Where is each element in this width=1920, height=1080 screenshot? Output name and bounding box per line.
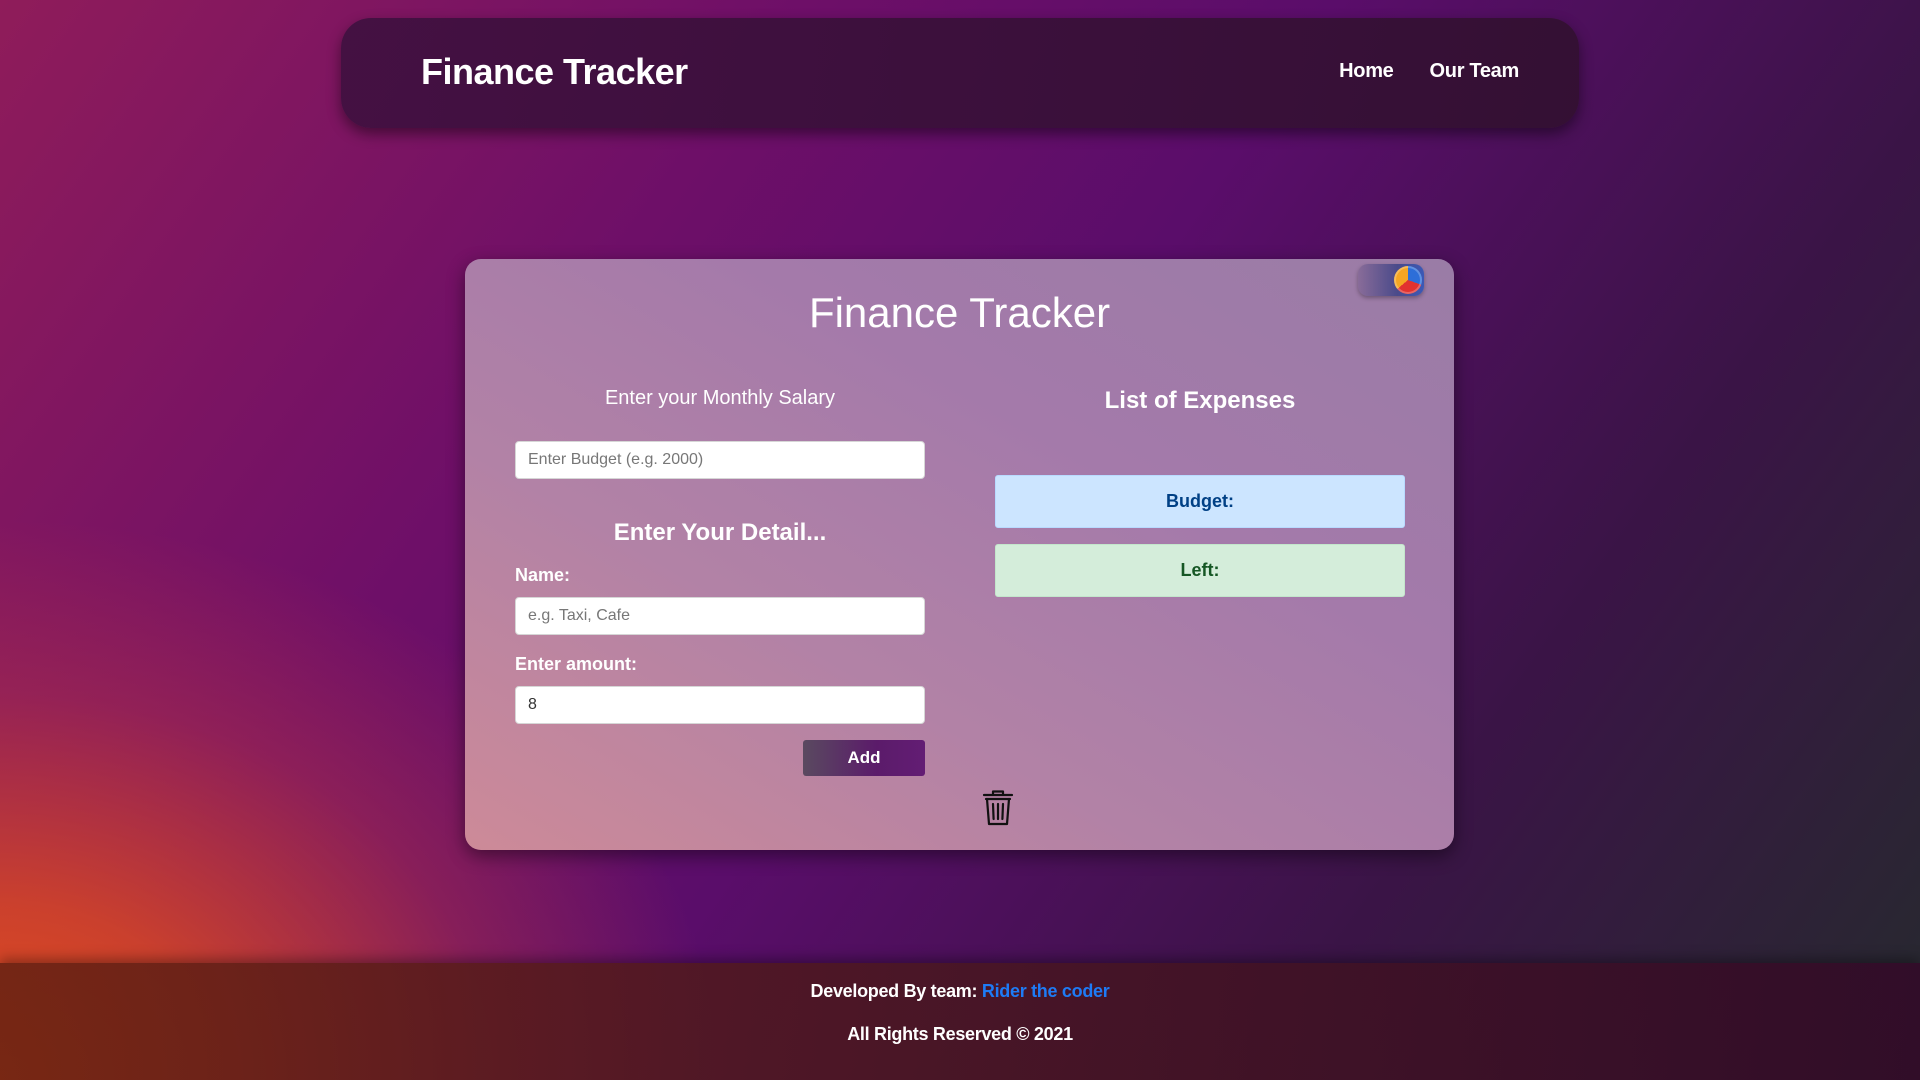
footer-copyright: All Rights Reserved © 2021 — [847, 1024, 1073, 1044]
footer-developed-by: Developed By team: Rider the coder — [0, 981, 1920, 1002]
developed-by-text: Developed By team: — [810, 981, 978, 1001]
nav-link-our-team[interactable]: Our Team — [1430, 60, 1520, 83]
left-summary: Left: — [995, 544, 1405, 597]
expenses-heading: List of Expenses — [1104, 387, 1296, 414]
amount-label: Enter amount: — [515, 654, 638, 674]
detail-heading: Enter Your Detail... — [613, 519, 827, 546]
budget-input[interactable] — [515, 441, 925, 479]
expense-name-input[interactable] — [515, 597, 925, 635]
name-label: Name: — [515, 565, 571, 585]
card-title: Finance Tracker — [808, 289, 1111, 336]
footer: Developed By team: Rider the coder All R… — [0, 963, 1920, 1080]
brand-title[interactable]: Finance Tracker — [421, 51, 688, 93]
nav-links: Home Our Team — [1339, 60, 1519, 83]
nav-link-home[interactable]: Home — [1339, 60, 1394, 83]
trash-icon[interactable] — [981, 789, 1015, 827]
budget-summary: Budget: — [995, 475, 1405, 528]
expense-amount-input[interactable] — [515, 686, 925, 724]
salary-label: Enter your Monthly Salary — [604, 387, 836, 409]
add-button[interactable]: Add — [803, 740, 925, 776]
team-link[interactable]: Rider the coder — [982, 981, 1110, 1001]
navbar: Finance Tracker Home Our Team — [341, 18, 1579, 128]
finance-tracker-card: Finance Tracker Enter your Monthly Salar… — [465, 259, 1454, 850]
